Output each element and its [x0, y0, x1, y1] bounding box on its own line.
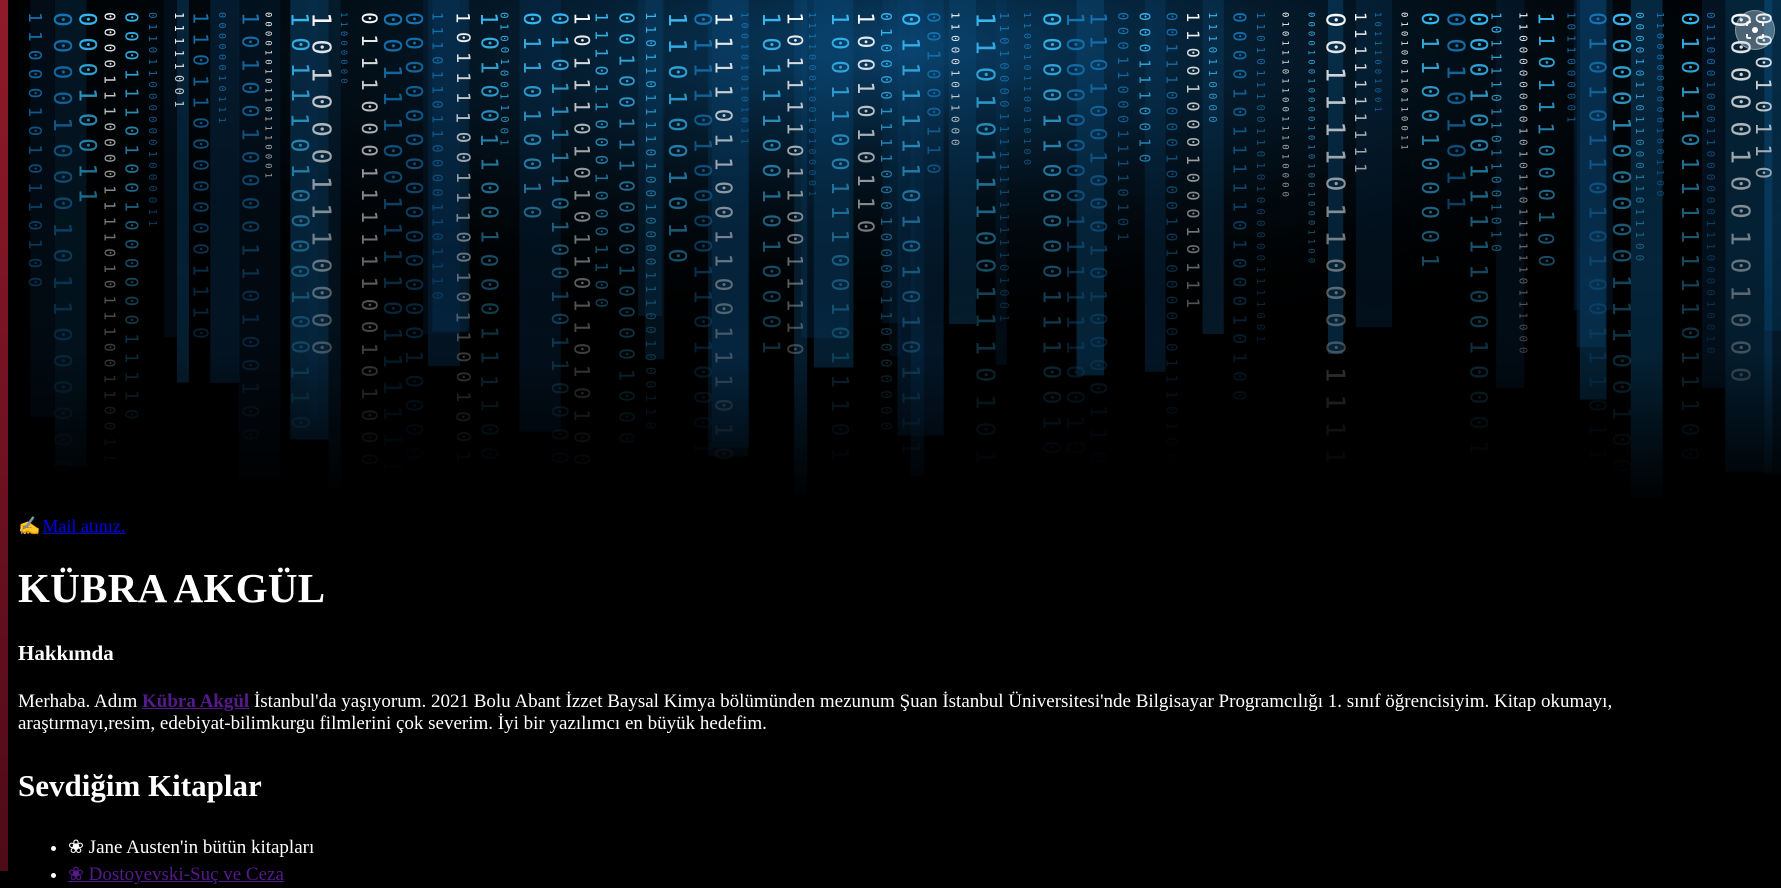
name-link[interactable]: Kübra Akgül [142, 691, 249, 712]
about-paragraph: Merhaba. Adım Kübra Akgül İstanbul'da ya… [18, 691, 1748, 735]
about-text: İstanbul'da yaşıyorum. 2021 Bolu Abant İ… [18, 691, 1613, 734]
list-item: ❀ Jane Austen'in bütün kitapları [68, 834, 1781, 861]
list-item[interactable]: ❀ Dostoyevski-Suç ve Ceza [68, 861, 1781, 888]
page-title: KÜBRA AKGÜL [18, 565, 326, 611]
writing-hand-icon: ✍ [18, 516, 41, 536]
window-left-edge [0, 0, 8, 871]
page: 1100010101101000000100010110000000001001… [18, 0, 1781, 885]
binary-code-rain-image: 1100010101101000000100010110000000001001… [18, 0, 1781, 505]
lens-icon [1746, 21, 1764, 39]
books-list: ❀ Jane Austen'in bütün kitapları ❀ Dosto… [18, 834, 1781, 888]
image-search-button[interactable] [1735, 10, 1775, 50]
books-heading: Sevdiğim Kitaplar [18, 768, 262, 803]
mail-row: ✍ Mail atınız. [18, 505, 1781, 537]
mail-link[interactable]: Mail atınız. [42, 516, 125, 536]
book-link[interactable]: ❀ Dostoyevski-Suç ve Ceza [68, 864, 284, 885]
about-prefix: Merhaba. Adım [18, 691, 143, 712]
book-label: ❀ Jane Austen'in bütün kitapları [68, 837, 315, 858]
about-heading: Hakkımda [18, 641, 114, 665]
main-content: ✍ Mail atınız. KÜBRA AKGÜL Hakkımda Merha… [18, 505, 1781, 888]
hero-banner-image: 1100010101101000000100010110000000001001… [18, 0, 1781, 505]
